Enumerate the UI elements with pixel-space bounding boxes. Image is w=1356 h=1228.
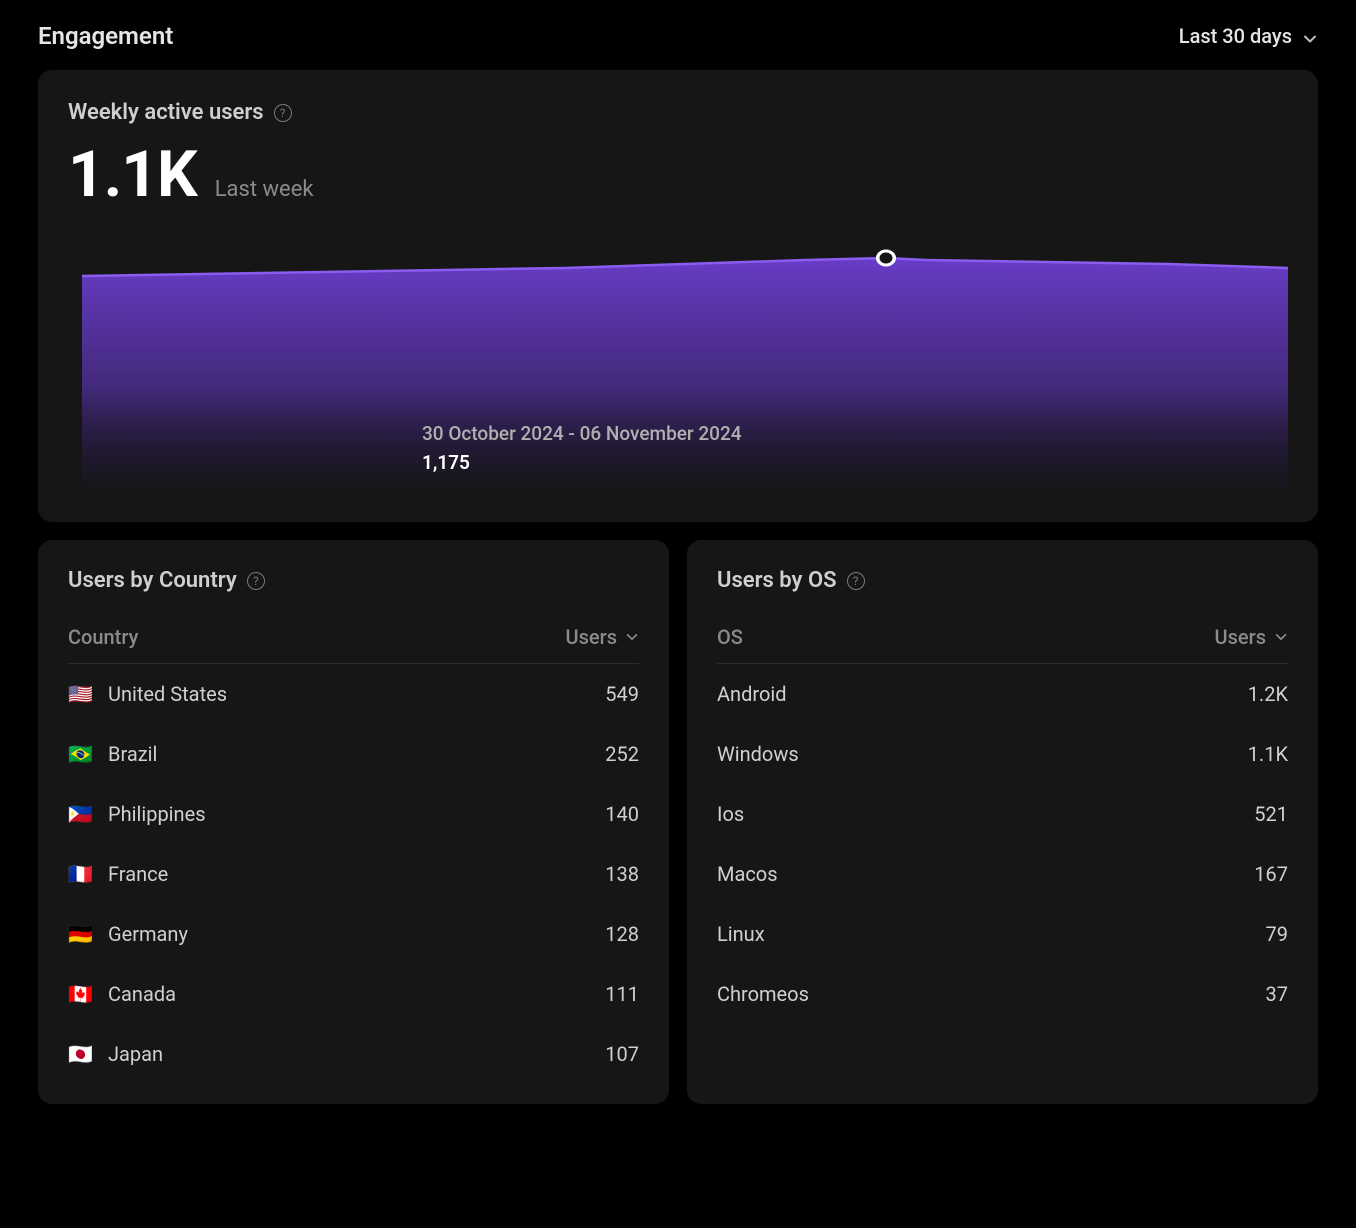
table-row[interactable]: 🇨🇦 Canada 111 bbox=[68, 964, 639, 1024]
table-row[interactable]: 🇫🇷 France 138 bbox=[68, 844, 639, 904]
help-icon[interactable]: ? bbox=[274, 104, 292, 122]
table-row[interactable]: 🇯🇵 Japan 107 bbox=[68, 1024, 639, 1084]
by-os-card: Users by OS ? OS Users Android 1.2K Window… bbox=[687, 540, 1318, 1104]
row-label: Brazil bbox=[108, 742, 157, 766]
table-row[interactable]: 🇩🇪 Germany 128 bbox=[68, 904, 639, 964]
table-row[interactable]: Android 1.2K bbox=[717, 664, 1288, 724]
row-label: Windows bbox=[717, 742, 799, 766]
row-value: 107 bbox=[605, 1042, 639, 1066]
table-row[interactable]: Windows 1.1K bbox=[717, 724, 1288, 784]
flag-icon: 🇺🇸 bbox=[68, 684, 94, 704]
section-title: Engagement bbox=[38, 22, 173, 50]
flag-icon: 🇨🇦 bbox=[68, 984, 94, 1004]
row-value: 37 bbox=[1266, 982, 1288, 1006]
row-value: 167 bbox=[1254, 862, 1288, 886]
row-value: 128 bbox=[605, 922, 639, 946]
help-icon[interactable]: ? bbox=[247, 572, 265, 590]
table-row[interactable]: 🇧🇷 Brazil 252 bbox=[68, 724, 639, 784]
table-row[interactable]: Ios 521 bbox=[717, 784, 1288, 844]
help-icon[interactable]: ? bbox=[847, 572, 865, 590]
table-row[interactable]: 🇺🇸 United States 549 bbox=[68, 664, 639, 724]
table-row[interactable]: 🇵🇭 Philippines 140 bbox=[68, 784, 639, 844]
row-label: Chromeos bbox=[717, 982, 809, 1006]
users-col-header[interactable]: Users bbox=[566, 625, 639, 649]
users-col-label: Users bbox=[1215, 625, 1266, 649]
by-country-title: Users by Country bbox=[68, 568, 237, 593]
row-value: 138 bbox=[605, 862, 639, 886]
flag-icon: 🇵🇭 bbox=[68, 804, 94, 824]
wau-card: Weekly active users ? 1.1K Last week bbox=[38, 70, 1318, 522]
wau-chart[interactable]: 30 October 2024 - 06 November 2024 1,175 bbox=[82, 232, 1288, 492]
by-country-card: Users by Country ? Country Users 🇺🇸 Unite… bbox=[38, 540, 669, 1104]
flag-icon: 🇧🇷 bbox=[68, 744, 94, 764]
flag-icon: 🇯🇵 bbox=[68, 1044, 94, 1064]
table-row[interactable]: Linux 79 bbox=[717, 904, 1288, 964]
users-col-header[interactable]: Users bbox=[1215, 625, 1288, 649]
wau-title: Weekly active users bbox=[68, 100, 264, 125]
row-value: 111 bbox=[605, 982, 639, 1006]
row-value: 252 bbox=[605, 742, 639, 766]
chevron-down-icon bbox=[625, 625, 639, 649]
period-select[interactable]: Last 30 days bbox=[1179, 24, 1318, 48]
row-value: 1.1K bbox=[1248, 742, 1288, 766]
table-row[interactable]: Macos 167 bbox=[717, 844, 1288, 904]
row-label: France bbox=[108, 862, 168, 886]
flag-icon: 🇫🇷 bbox=[68, 864, 94, 884]
row-label: Linux bbox=[717, 922, 765, 946]
country-col-header: Country bbox=[68, 625, 138, 649]
row-label: Canada bbox=[108, 982, 176, 1006]
row-value: 140 bbox=[605, 802, 639, 826]
table-row[interactable]: Chromeos 37 bbox=[717, 964, 1288, 1024]
row-label: Germany bbox=[108, 922, 188, 946]
flag-icon: 🇩🇪 bbox=[68, 924, 94, 944]
row-label: Japan bbox=[108, 1042, 163, 1066]
users-col-label: Users bbox=[566, 625, 617, 649]
wau-sub: Last week bbox=[215, 177, 314, 202]
os-col-header: OS bbox=[717, 625, 743, 649]
chevron-down-icon bbox=[1274, 625, 1288, 649]
row-label: Android bbox=[717, 682, 787, 706]
row-label: United States bbox=[108, 682, 227, 706]
row-value: 1.2K bbox=[1248, 682, 1288, 706]
row-value: 549 bbox=[605, 682, 639, 706]
row-label: Ios bbox=[717, 802, 744, 826]
row-label: Macos bbox=[717, 862, 778, 886]
chevron-down-icon bbox=[1302, 28, 1318, 44]
row-value: 521 bbox=[1254, 802, 1288, 826]
wau-value: 1.1K bbox=[68, 137, 197, 212]
by-os-title: Users by OS bbox=[717, 568, 837, 593]
row-value: 79 bbox=[1266, 922, 1288, 946]
period-label: Last 30 days bbox=[1179, 24, 1292, 48]
row-label: Philippines bbox=[108, 802, 206, 826]
